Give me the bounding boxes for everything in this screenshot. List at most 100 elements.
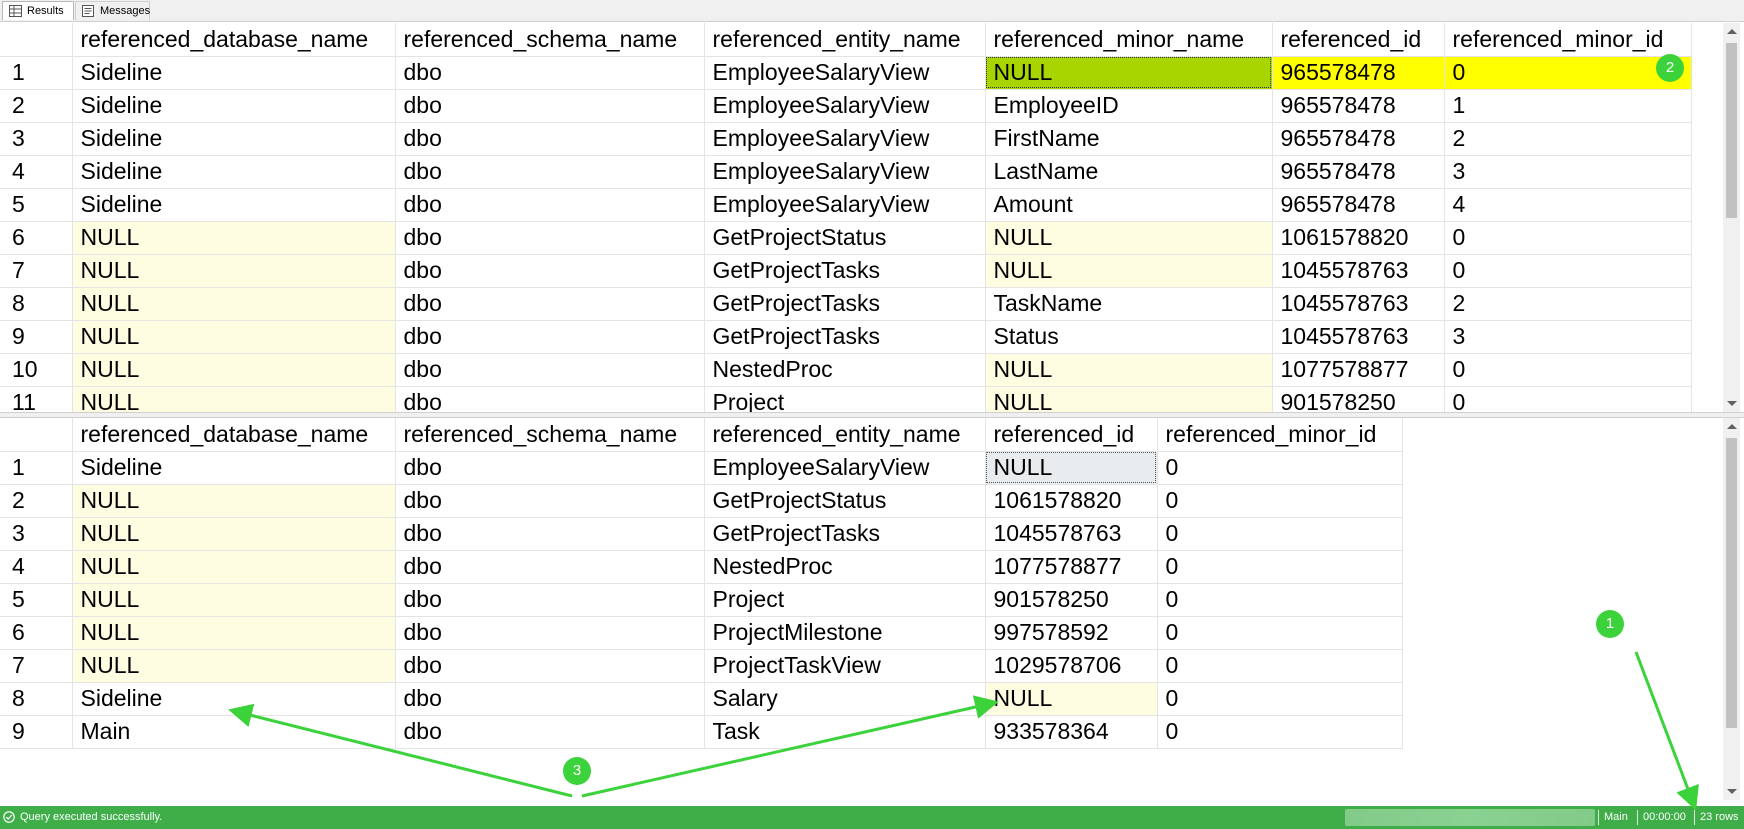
table-cell[interactable]: 1077578877 xyxy=(985,550,1158,584)
table-cell[interactable]: 0 xyxy=(1444,353,1692,387)
row-number[interactable]: 11 xyxy=(0,386,73,412)
table-cell[interactable]: Main xyxy=(72,715,396,749)
row-number-header[interactable] xyxy=(0,23,73,57)
row-number[interactable]: 2 xyxy=(0,484,73,518)
table-row[interactable]: 3 Sideline dbo EmployeeSalaryView FirstN… xyxy=(0,122,1692,156)
table-cell[interactable]: GetProjectStatus xyxy=(704,221,986,255)
table-cell[interactable]: 0 xyxy=(1444,56,1692,90)
table-cell[interactable]: Sideline xyxy=(72,122,396,156)
table-row[interactable]: 5 Sideline dbo EmployeeSalaryView Amount… xyxy=(0,188,1692,222)
row-number[interactable]: 1 xyxy=(0,56,73,90)
table-cell[interactable]: 0 xyxy=(1157,451,1403,485)
vertical-scrollbar-1[interactable] xyxy=(1723,23,1740,412)
selected-cell[interactable]: NULL xyxy=(985,451,1158,485)
scrollbar-thumb[interactable] xyxy=(1726,43,1737,218)
null-cell[interactable]: NULL xyxy=(72,221,396,255)
table-cell[interactable]: 1 xyxy=(1444,89,1692,123)
column-header[interactable]: referenced_database_name xyxy=(72,418,396,452)
table-row[interactable]: 11 NULL dbo Project NULL 901578250 0 xyxy=(0,386,1692,412)
row-number[interactable]: 3 xyxy=(0,517,73,551)
column-header[interactable]: referenced_id xyxy=(985,418,1158,452)
table-cell[interactable]: 0 xyxy=(1157,484,1403,518)
table-row[interactable]: 1 Sideline dbo EmployeeSalaryView NULL 9… xyxy=(0,56,1692,90)
table-row[interactable]: 5 NULL dbo Project 901578250 0 xyxy=(0,583,1403,617)
column-header[interactable]: referenced_minor_id xyxy=(1157,418,1403,452)
null-cell[interactable]: NULL xyxy=(72,550,396,584)
column-header[interactable]: referenced_minor_id xyxy=(1444,23,1692,57)
table-cell[interactable]: Sideline xyxy=(72,188,396,222)
table-cell[interactable]: 997578592 xyxy=(985,616,1158,650)
table-cell[interactable]: 3 xyxy=(1444,155,1692,189)
row-number[interactable]: 5 xyxy=(0,188,73,222)
table-cell[interactable]: dbo xyxy=(395,517,705,551)
table-cell[interactable]: dbo xyxy=(395,188,705,222)
table-cell[interactable]: 901578250 xyxy=(1272,386,1445,412)
row-number[interactable]: 9 xyxy=(0,715,73,749)
null-cell[interactable]: NULL xyxy=(985,353,1273,387)
row-number[interactable]: 8 xyxy=(0,682,73,716)
table-cell[interactable]: dbo xyxy=(395,682,705,716)
table-cell[interactable]: dbo xyxy=(395,484,705,518)
table-cell[interactable]: 0 xyxy=(1157,616,1403,650)
row-number[interactable]: 6 xyxy=(0,221,73,255)
table-cell[interactable]: 0 xyxy=(1444,386,1692,412)
table-cell[interactable]: 0 xyxy=(1157,550,1403,584)
table-cell[interactable]: FirstName xyxy=(985,122,1273,156)
row-number[interactable]: 10 xyxy=(0,353,73,387)
row-number-header[interactable] xyxy=(0,418,73,452)
null-cell[interactable]: NULL xyxy=(72,484,396,518)
table-cell[interactable]: EmployeeSalaryView xyxy=(704,155,986,189)
table-cell[interactable]: dbo xyxy=(395,550,705,584)
table-row[interactable]: 6 NULL dbo GetProjectStatus NULL 1061578… xyxy=(0,221,1692,255)
row-number[interactable]: 8 xyxy=(0,287,73,321)
column-header[interactable]: referenced_entity_name xyxy=(704,418,986,452)
table-row[interactable]: 2 NULL dbo GetProjectStatus 1061578820 0 xyxy=(0,484,1403,518)
table-cell[interactable]: Status xyxy=(985,320,1273,354)
table-cell[interactable]: 0 xyxy=(1444,254,1692,288)
null-cell[interactable]: NULL xyxy=(72,386,396,412)
null-cell[interactable]: NULL xyxy=(72,353,396,387)
scroll-down-arrow-icon[interactable] xyxy=(1727,401,1737,406)
table-row[interactable]: 3 NULL dbo GetProjectTasks 1045578763 0 xyxy=(0,517,1403,551)
table-cell[interactable]: dbo xyxy=(395,649,705,683)
table-cell[interactable]: Sideline xyxy=(72,89,396,123)
table-cell[interactable]: EmployeeSalaryView xyxy=(704,56,986,90)
table-row[interactable]: 9 NULL dbo GetProjectTasks Status 104557… xyxy=(0,320,1692,354)
row-number[interactable]: 7 xyxy=(0,649,73,683)
table-cell[interactable]: 1045578763 xyxy=(1272,254,1445,288)
null-cell[interactable]: NULL xyxy=(985,386,1273,412)
table-row[interactable]: 9 Main dbo Task 933578364 0 xyxy=(0,715,1403,749)
table-cell[interactable]: Amount xyxy=(985,188,1273,222)
table-cell[interactable]: ProjectMilestone xyxy=(704,616,986,650)
row-number[interactable]: 4 xyxy=(0,155,73,189)
row-number[interactable]: 2 xyxy=(0,89,73,123)
column-header[interactable]: referenced_schema_name xyxy=(395,418,705,452)
table-cell[interactable]: 965578478 xyxy=(1272,122,1445,156)
table-row[interactable]: 8 NULL dbo GetProjectTasks TaskName 1045… xyxy=(0,287,1692,321)
table-cell[interactable]: dbo xyxy=(395,155,705,189)
row-number[interactable]: 1 xyxy=(0,451,73,485)
table-cell[interactable]: 2 xyxy=(1444,287,1692,321)
column-header[interactable]: referenced_schema_name xyxy=(395,23,705,57)
column-header[interactable]: referenced_database_name xyxy=(72,23,396,57)
table-cell[interactable]: dbo xyxy=(395,715,705,749)
table-cell[interactable]: dbo xyxy=(395,616,705,650)
table-cell[interactable]: EmployeeID xyxy=(985,89,1273,123)
table-row[interactable]: 7 NULL dbo GetProjectTasks NULL 10455787… xyxy=(0,254,1692,288)
table-cell[interactable]: 1077578877 xyxy=(1272,353,1445,387)
scrollbar-thumb[interactable] xyxy=(1726,438,1737,728)
table-cell[interactable]: 0 xyxy=(1157,715,1403,749)
table-cell[interactable]: dbo xyxy=(395,287,705,321)
null-cell[interactable]: NULL xyxy=(72,254,396,288)
table-cell[interactable]: Sideline xyxy=(72,155,396,189)
table-cell[interactable]: 933578364 xyxy=(985,715,1158,749)
null-cell[interactable]: NULL xyxy=(72,517,396,551)
null-cell[interactable]: NULL xyxy=(985,221,1273,255)
table-cell[interactable]: TaskName xyxy=(985,287,1273,321)
scroll-up-arrow-icon[interactable] xyxy=(1727,29,1737,34)
tab-results[interactable]: Results xyxy=(2,1,74,20)
null-cell[interactable]: NULL xyxy=(72,320,396,354)
table-cell[interactable]: dbo xyxy=(395,56,705,90)
row-number[interactable]: 4 xyxy=(0,550,73,584)
table-cell[interactable]: EmployeeSalaryView xyxy=(704,451,986,485)
